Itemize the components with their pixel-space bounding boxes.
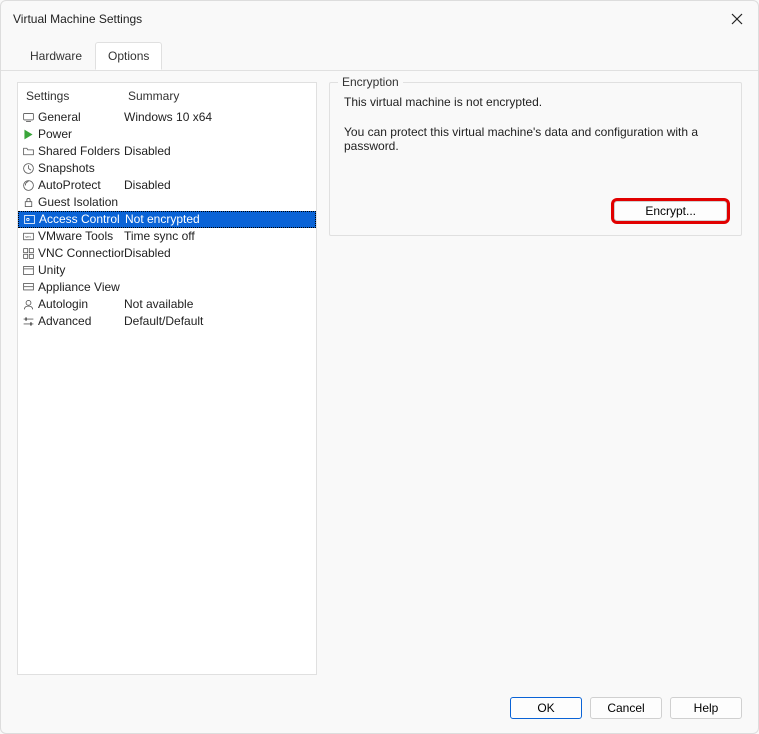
list-item-snapshots[interactable]: Snapshots <box>18 160 316 177</box>
cancel-button[interactable]: Cancel <box>590 697 662 719</box>
list-item-advanced[interactable]: Advanced Default/Default <box>18 313 316 330</box>
row-label: VMware Tools <box>38 228 124 245</box>
titlebar: Virtual Machine Settings <box>1 1 758 37</box>
window-title: Virtual Machine Settings <box>13 12 142 26</box>
encrypt-button[interactable]: Encrypt... <box>614 201 727 221</box>
row-label: VNC Connections <box>38 245 124 262</box>
close-button[interactable] <box>728 10 746 28</box>
row-label: Unity <box>38 262 124 279</box>
list-item-autologin[interactable]: Autologin Not available <box>18 296 316 313</box>
content-area: Settings Summary General Windows 10 x64 … <box>1 70 758 687</box>
row-label: Snapshots <box>38 160 124 177</box>
col-header-summary: Summary <box>128 89 310 103</box>
encryption-button-row: Encrypt... <box>344 201 727 221</box>
close-icon <box>731 13 743 25</box>
row-label: Power <box>38 126 124 143</box>
row-label: Access Control <box>39 211 125 228</box>
svg-text:vm: vm <box>25 234 31 239</box>
encryption-description-text: You can protect this virtual machine's d… <box>344 125 727 153</box>
row-label: Guest Isolation <box>38 194 124 211</box>
dialog-footer: OK Cancel Help <box>1 687 758 733</box>
row-label: Advanced <box>38 313 124 330</box>
folder-icon <box>20 144 36 160</box>
row-summary: Disabled <box>124 177 314 194</box>
clock-icon <box>20 161 36 177</box>
monitor-icon <box>20 110 36 126</box>
tab-options[interactable]: Options <box>95 42 162 70</box>
settings-window: Virtual Machine Settings Hardware Option… <box>0 0 759 734</box>
lock-icon <box>20 195 36 211</box>
list-header: Settings Summary <box>18 83 316 109</box>
row-summary: Disabled <box>124 143 314 160</box>
row-label: Appliance View <box>38 279 124 296</box>
grid-icon <box>20 246 36 262</box>
row-summary: Windows 10 x64 <box>124 109 314 126</box>
detail-panel: Encryption This virtual machine is not e… <box>329 82 742 675</box>
shield-clock-icon <box>20 178 36 194</box>
col-header-settings: Settings <box>24 89 128 103</box>
list-item-shared-folders[interactable]: Shared Folders Disabled <box>18 143 316 160</box>
play-icon <box>20 127 36 143</box>
list-item-vnc-connections[interactable]: VNC Connections Disabled <box>18 245 316 262</box>
settings-list-panel: Settings Summary General Windows 10 x64 … <box>17 82 317 675</box>
row-label: General <box>38 109 124 126</box>
list-item-power[interactable]: Power <box>18 126 316 143</box>
user-icon <box>20 297 36 313</box>
list-item-autoprotect[interactable]: AutoProtect Disabled <box>18 177 316 194</box>
list-item-unity[interactable]: Unity <box>18 262 316 279</box>
encryption-status-text: This virtual machine is not encrypted. <box>344 95 727 109</box>
row-summary: Not available <box>124 296 314 313</box>
sliders-icon <box>20 314 36 330</box>
encryption-legend: Encryption <box>338 75 403 89</box>
vm-icon: vm <box>20 229 36 245</box>
row-label: Shared Folders <box>38 143 124 160</box>
list-item-guest-isolation[interactable]: Guest Isolation <box>18 194 316 211</box>
row-summary: Disabled <box>124 245 314 262</box>
list-item-general[interactable]: General Windows 10 x64 <box>18 109 316 126</box>
encryption-fieldset: Encryption This virtual machine is not e… <box>329 82 742 236</box>
row-summary: Time sync off <box>124 228 314 245</box>
tab-hardware[interactable]: Hardware <box>17 42 95 70</box>
list-item-appliance-view[interactable]: Appliance View <box>18 279 316 296</box>
list-body: General Windows 10 x64 Power Shared Fold… <box>18 109 316 674</box>
window-icon <box>20 263 36 279</box>
row-summary: Not encrypted <box>125 211 313 228</box>
list-item-access-control[interactable]: Access Control Not encrypted <box>18 211 316 228</box>
help-button[interactable]: Help <box>670 697 742 719</box>
row-label: AutoProtect <box>38 177 124 194</box>
row-summary: Default/Default <box>124 313 314 330</box>
key-icon <box>21 212 37 228</box>
row-label: Autologin <box>38 296 124 313</box>
tabstrip: Hardware Options <box>1 38 758 71</box>
list-item-vmware-tools[interactable]: vm VMware Tools Time sync off <box>18 228 316 245</box>
ok-button[interactable]: OK <box>510 697 582 719</box>
appliance-icon <box>20 280 36 296</box>
